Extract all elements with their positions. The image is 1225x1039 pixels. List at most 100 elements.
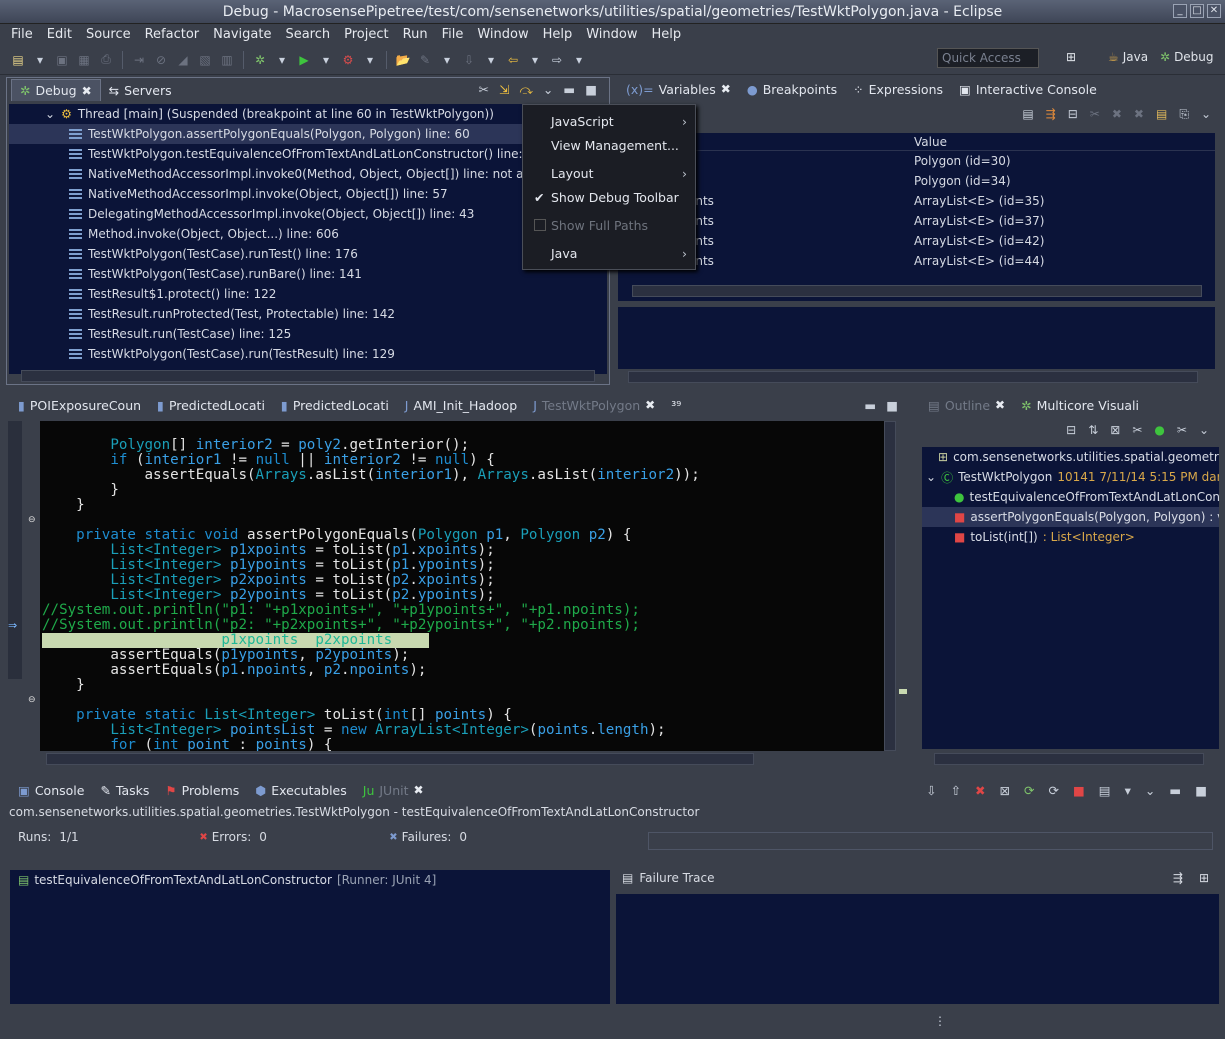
sort-icon[interactable]: ⇅	[1088, 423, 1098, 437]
code-editor[interactable]: Polygon[] interior2 = poly2.getInterior(…	[40, 421, 884, 751]
hide-nonpublic-icon[interactable]: ●	[1154, 423, 1164, 437]
step-into-icon[interactable]: ⇲	[499, 82, 509, 98]
run-icon[interactable]: ▶	[294, 50, 314, 70]
rerun-icon[interactable]: ⟳	[1024, 783, 1034, 798]
step-icon[interactable]: ⇥	[129, 50, 149, 70]
remove-all-icon[interactable]: ✖	[1112, 107, 1122, 121]
menu-source[interactable]: Source	[79, 27, 138, 42]
minimize-button[interactable]: _	[1173, 4, 1187, 18]
view-menu-icon[interactable]: ⌄	[543, 82, 553, 98]
tab-problems[interactable]: ⚑ Problems	[157, 779, 247, 801]
java-perspective-button[interactable]: ☕ Java	[1108, 50, 1148, 64]
variable-row[interactable]: Polygon (id=34)	[618, 171, 1215, 191]
show-type-icon[interactable]: ▤	[1022, 107, 1033, 121]
vertical-scrollbar[interactable]	[884, 421, 896, 751]
menu-window[interactable]: Window	[470, 27, 535, 42]
external-tools-icon[interactable]: ⚙	[338, 50, 358, 70]
collapse-all-icon[interactable]: ⊟	[1066, 423, 1076, 437]
menu-item-javascript[interactable]: JavaScript ›	[523, 109, 695, 133]
menu-help-2[interactable]: Help	[645, 27, 689, 42]
status-grip-icon[interactable]: ⋮	[934, 1014, 946, 1028]
table-icon[interactable]: ▥	[217, 50, 237, 70]
maximize-icon[interactable]: ■	[886, 398, 898, 413]
step-over-icon[interactable]: ⤼	[520, 82, 533, 98]
fold-icon[interactable]: ⊖	[28, 695, 36, 705]
view-menu-icon[interactable]: ⌄	[1199, 423, 1209, 437]
thread-row[interactable]: ⌄ ⚙ Thread [main] (Suspended (breakpoint…	[9, 104, 607, 124]
dropdown-icon[interactable]: ▾	[481, 50, 501, 70]
format-icon[interactable]: ▧	[195, 50, 215, 70]
stack-frame[interactable]: TestWktPolygon(TestCase).runTest() line:…	[9, 244, 607, 264]
filter-trace-icon[interactable]: ⇶	[1173, 871, 1183, 885]
pin-view-icon[interactable]: ⎘	[1179, 107, 1189, 122]
open-type-icon[interactable]: 📂	[393, 50, 413, 70]
outline-class[interactable]: ⌄ Ⓒ TestWktPolygon 10141 7/11/14 5:15 PM da…	[922, 467, 1219, 487]
maximize-icon[interactable]: ■	[1195, 783, 1207, 798]
horizontal-scrollbar[interactable]	[934, 753, 1204, 765]
view-menu-icon[interactable]: ⌄	[1201, 107, 1211, 121]
menu-project[interactable]: Project	[337, 27, 395, 42]
horizontal-scrollbar[interactable]	[628, 371, 1198, 383]
dropdown-icon[interactable]: ▾	[30, 50, 50, 70]
menu-item-java[interactable]: Java ›	[523, 241, 695, 265]
stack-frame[interactable]: TestWktPolygon(TestCase).run(TestResult)…	[9, 344, 607, 364]
outline-method[interactable]: ● testEquivalenceOfFromTextAndLatLonCons	[922, 487, 1219, 507]
stack-frame[interactable]: DelegatingMethodAccessorImpl.invoke(Obje…	[9, 204, 607, 224]
remove-all-2-icon[interactable]: ✖	[1134, 107, 1144, 121]
collapse-all-icon[interactable]: ⊟	[1068, 107, 1078, 121]
tab-console[interactable]: ▣ Console	[10, 779, 92, 801]
maximize-icon[interactable]: ■	[585, 82, 597, 98]
menu-item-show-debug-toolbar[interactable]: ✔ Show Debug Toolbar	[523, 185, 695, 209]
tab-variables[interactable]: (x)= Variables ✖	[618, 78, 739, 100]
menu-file-2[interactable]: File	[435, 27, 471, 42]
compare-results-icon[interactable]: ⊞	[1199, 871, 1209, 885]
expand-icon[interactable]: ⌄	[45, 107, 55, 121]
horizontal-scrollbar[interactable]	[21, 370, 595, 382]
menu-run[interactable]: Run	[396, 27, 435, 42]
annotation-icon[interactable]: ⇩	[459, 50, 479, 70]
stack-frame[interactable]: TestResult$1.protect() line: 122	[9, 284, 607, 304]
back-icon[interactable]: ⇦	[503, 50, 523, 70]
minimize-icon[interactable]: ▬	[563, 82, 575, 98]
tab-servers[interactable]: ⇆ Servers	[101, 79, 180, 101]
scroll-lock-icon[interactable]: ⊠	[1000, 783, 1010, 798]
variable-row[interactable]: ints ArrayList<E> (id=44)	[618, 251, 1215, 271]
stack-frame[interactable]: NativeMethodAccessorImpl.invoke0(Method,…	[9, 164, 607, 184]
debug-icon[interactable]: ✲	[250, 50, 270, 70]
close-icon[interactable]: ✖	[414, 783, 424, 797]
minimize-icon[interactable]: ▬	[1169, 783, 1181, 798]
dropdown-icon[interactable]: ▾	[360, 50, 380, 70]
menu-item-layout[interactable]: Layout ›	[523, 161, 695, 185]
variable-detail-pane[interactable]	[618, 307, 1215, 369]
close-icon[interactable]: ✖	[995, 398, 1005, 412]
hide-fields-icon[interactable]: ⊠	[1110, 423, 1120, 437]
variable-row[interactable]: ints ArrayList<E> (id=37)	[618, 211, 1215, 231]
fold-icon[interactable]: ⊖	[28, 515, 36, 525]
tab-overflow[interactable]: ³⁹	[663, 394, 689, 416]
hide-local-types-icon[interactable]: ✂	[1177, 423, 1187, 437]
tab-tasks[interactable]: ✎ Tasks	[92, 779, 157, 801]
view-menu-icon[interactable]: ⌄	[1145, 783, 1155, 798]
hide-static-icon[interactable]: ✂	[1132, 423, 1142, 437]
tab-junit[interactable]: Ju JUnit ✖	[355, 779, 432, 801]
show-logical-icon[interactable]: ⇶	[1046, 107, 1056, 121]
stack-frame[interactable]: Method.invoke(Object, Object...) line: 6…	[9, 224, 607, 244]
menu-item-view-management[interactable]: View Management...	[523, 133, 695, 157]
tab-expressions[interactable]: ⁘ Expressions	[845, 78, 951, 100]
tab-multicore[interactable]: ✲ Multicore Visuali	[1013, 394, 1147, 416]
horizontal-scrollbar[interactable]	[632, 285, 1202, 297]
variable-row[interactable]: Polygon (id=30)	[618, 151, 1215, 171]
save-icon[interactable]: ▣	[52, 50, 72, 70]
print-icon[interactable]: ⎙	[96, 50, 116, 70]
outline-method[interactable]: ■ assertPolygonEquals(Polygon, Polygon) :…	[922, 507, 1219, 527]
dropdown-icon[interactable]: ▾	[272, 50, 292, 70]
edit-icon[interactable]: ◢	[173, 50, 193, 70]
save-all-icon[interactable]: ▦	[74, 50, 94, 70]
close-icon[interactable]: ✖	[721, 82, 731, 96]
menu-window-2[interactable]: Window	[579, 27, 644, 42]
tab-predicted-1[interactable]: ▮ PredictedLocati	[149, 394, 273, 416]
stack-frame[interactable]: TestResult.runProtected(Test, Protectabl…	[9, 304, 607, 324]
skip-breakpoints-icon[interactable]: ⊘	[151, 50, 171, 70]
show-failures-only-icon[interactable]: ✖	[975, 783, 985, 798]
outline-package[interactable]: ⊞ com.sensenetworks.utilities.spatial.geo…	[922, 447, 1219, 467]
